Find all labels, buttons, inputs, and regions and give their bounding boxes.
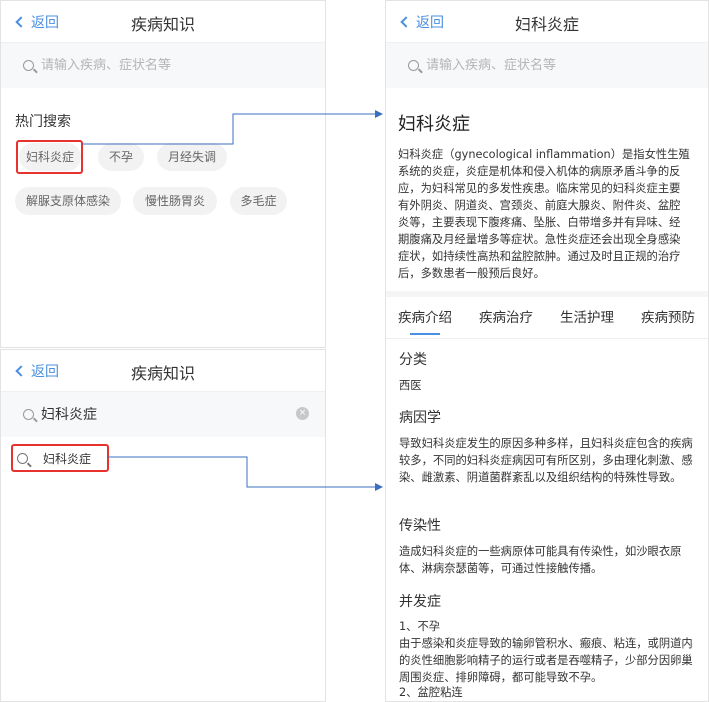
nav-bar: 返回 疾病知识: [1, 1, 325, 43]
search-input[interactable]: [41, 406, 261, 422]
highlight-box-hot-tag: [16, 140, 83, 174]
complication-item-text: 由于感染和炎症导致的输卵管积水、瘢痕、粘连，或阴道内的炎性细胞影响精子的运行或者…: [399, 637, 693, 684]
chevron-left-icon: [400, 16, 412, 28]
search-box: [15, 50, 311, 80]
chevron-left-icon: [15, 16, 27, 28]
screen-search: 返回 疾病知识 × 妇科炎症: [0, 349, 326, 702]
hot-tag-chronic-gastroenteritis[interactable]: 慢性肠胃炎: [133, 187, 217, 215]
search-bar: [386, 43, 708, 88]
tab-disease-intro[interactable]: 疾病介绍: [398, 306, 452, 335]
search-bar: [1, 43, 325, 88]
back-label: 返回: [31, 15, 59, 31]
article-title: 妇科炎症: [398, 114, 470, 135]
search-input[interactable]: [426, 57, 646, 73]
section-text-contagion: 造成妇科炎症的一些病原体可能具有传染性，如沙眼衣原体、淋病奈瑟菌等，可通过性接触…: [399, 545, 682, 575]
search-icon: [23, 59, 34, 71]
hot-tag-hirsutism[interactable]: 多毛症: [230, 187, 287, 215]
section-text-category: 西医: [399, 379, 422, 392]
back-label: 返回: [31, 364, 59, 380]
tab-disease-prevention[interactable]: 疾病预防: [641, 306, 695, 326]
search-icon: [408, 59, 419, 71]
search-icon: [23, 408, 34, 420]
section-heading-etiology: 病因学: [399, 410, 441, 426]
back-button[interactable]: 返回: [15, 361, 59, 381]
back-label: 返回: [416, 15, 444, 31]
article-intro: 妇科炎症（gynecological inflammation）是指女性生殖系统…: [398, 148, 690, 280]
clear-icon[interactable]: ×: [296, 407, 309, 420]
tab-life-care[interactable]: 生活护理: [560, 306, 614, 326]
back-button[interactable]: 返回: [400, 12, 444, 32]
back-button[interactable]: 返回: [15, 12, 59, 32]
section-heading-contagion: 传染性: [399, 518, 441, 534]
search-bar: ×: [1, 392, 325, 437]
arrowhead-icon: [375, 483, 383, 491]
tab-bar: 疾病介绍 疾病治疗 生活护理 疾病预防: [386, 297, 708, 339]
section-heading-category: 分类: [399, 352, 427, 368]
hot-tag-menstrual-disorder[interactable]: 月经失调: [157, 143, 227, 171]
complication-item-title: 2、盆腔粘连: [399, 686, 463, 699]
highlight-box-suggestion: [11, 444, 109, 472]
chevron-left-icon: [15, 365, 27, 377]
tab-disease-treatment[interactable]: 疾病治疗: [479, 306, 533, 326]
hot-tag-infertility[interactable]: 不孕: [98, 143, 144, 171]
arrowhead-icon: [375, 110, 383, 118]
section-heading-complication: 并发症: [399, 594, 441, 610]
nav-bar: 返回 疾病知识: [1, 350, 325, 392]
search-box: [400, 50, 694, 80]
hot-search-title: 热门搜索: [15, 114, 71, 130]
screen-detail: 返回 妇科炎症 妇科炎症 妇科炎症（gynecological inflamma…: [385, 0, 709, 702]
nav-bar: 返回 妇科炎症: [386, 1, 708, 43]
hot-tag-ureaplasma-infection[interactable]: 解脲支原体感染: [15, 187, 121, 215]
complication-item-title: 1、不孕: [399, 620, 441, 633]
search-box: ×: [15, 399, 311, 429]
search-input[interactable]: [41, 57, 261, 73]
section-text-etiology: 导致妇科炎症发生的原因多种多样，且妇科炎症包含的疾病较多，不同的妇科炎症病因可有…: [399, 437, 693, 484]
screen-home: 返回 疾病知识 热门搜索 妇科炎症 不孕 月经失调 解脲支原体感染 慢性肠胃炎 …: [0, 0, 326, 348]
